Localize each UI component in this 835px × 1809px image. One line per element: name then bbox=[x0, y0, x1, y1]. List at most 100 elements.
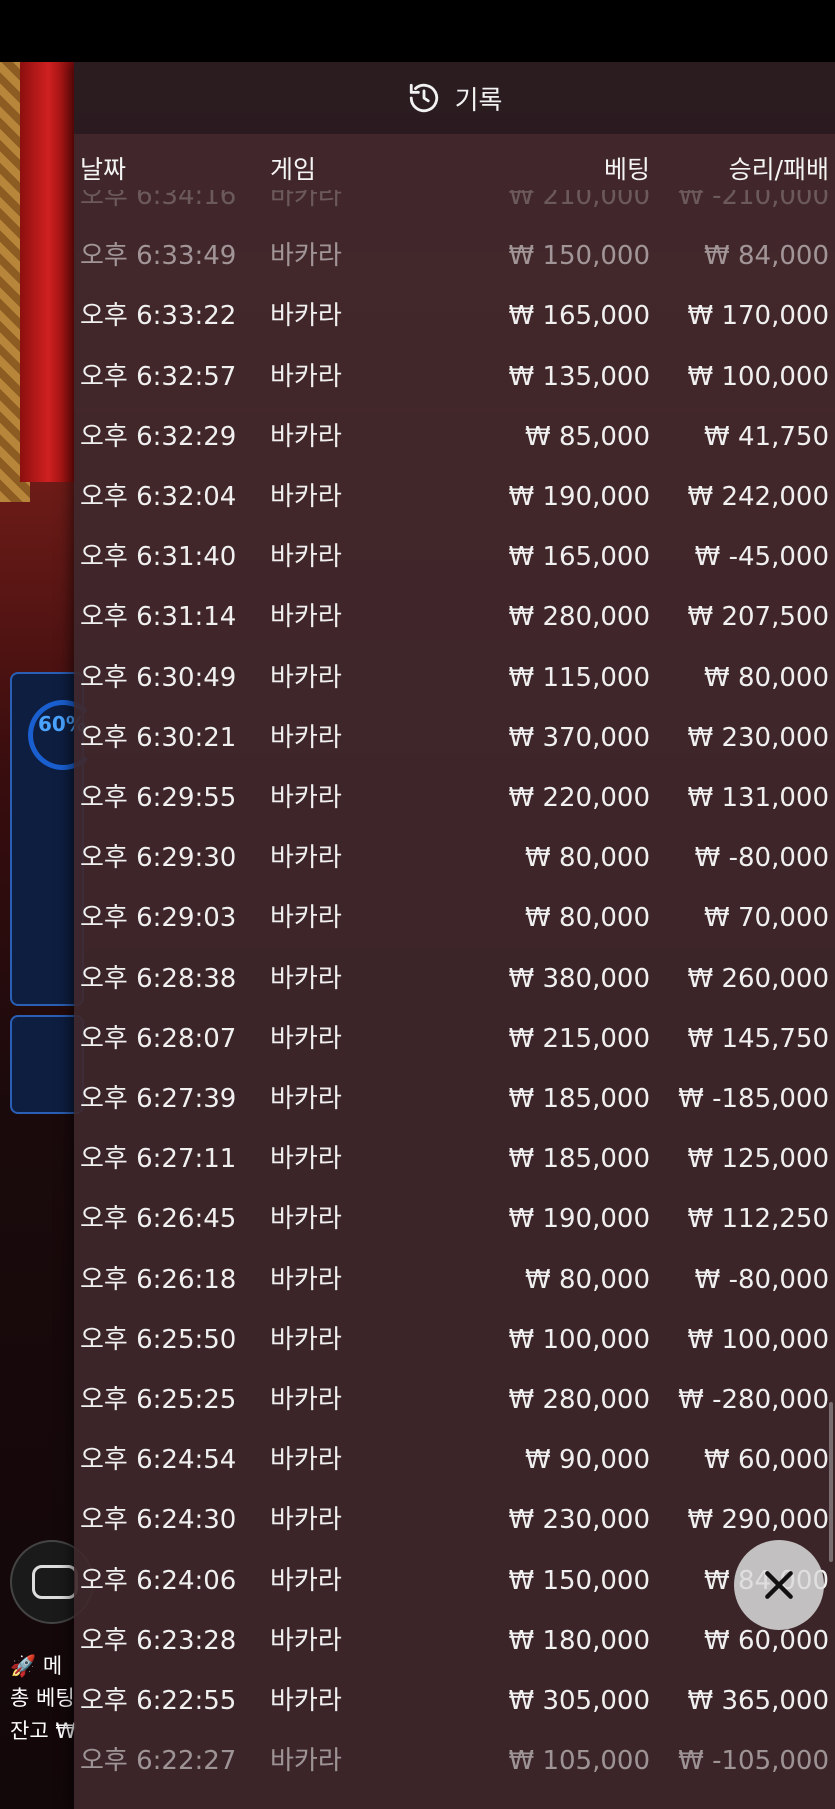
history-row-time: 오후 6:30:21 bbox=[80, 722, 237, 753]
history-row-time: 오후 6:28:07 bbox=[80, 1023, 237, 1054]
history-row-bet: ₩ 165,000 bbox=[508, 301, 651, 332]
history-row-game: 바카라 bbox=[270, 1023, 342, 1054]
history-row-bet: ₩ 105,000 bbox=[508, 1746, 651, 1777]
history-row-result: ₩ 100,000 bbox=[687, 1324, 830, 1355]
history-row-time: 오후 6:30:49 bbox=[80, 662, 237, 693]
column-header-date: 날짜 bbox=[80, 155, 127, 184]
history-row-bet: ₩ 80,000 bbox=[525, 1264, 650, 1295]
background-bet-panel-2 bbox=[10, 1015, 84, 1114]
history-row-time: 오후 6:31:14 bbox=[80, 602, 237, 633]
history-row: 오후 6:33:49 바카라 ₩ 150,000 ₩ 84,000 bbox=[74, 226, 835, 286]
history-row-result: ₩ 230,000 bbox=[687, 722, 830, 753]
column-header-game: 게임 bbox=[270, 155, 317, 184]
history-row-game: 바카라 bbox=[270, 1324, 342, 1355]
close-icon bbox=[765, 1571, 793, 1599]
history-row-time: 오후 6:32:29 bbox=[80, 421, 237, 452]
history-row-game: 바카라 bbox=[270, 542, 342, 573]
history-row-time: 오후 6:31:40 bbox=[80, 542, 237, 573]
history-row-result: ₩ -185,000 bbox=[678, 1084, 829, 1114]
history-row-bet: ₩ 210,000 bbox=[508, 190, 651, 211]
close-button[interactable] bbox=[734, 1540, 824, 1630]
scrollbar[interactable] bbox=[829, 1402, 833, 1562]
history-row-time: 오후 6:29:30 bbox=[80, 843, 237, 874]
history-row-bet: ₩ 230,000 bbox=[508, 1505, 651, 1536]
history-row: 오후 6:25:25 바카라 ₩ 280,000 ₩ -280,000 bbox=[74, 1370, 835, 1430]
history-row-result: ₩ 260,000 bbox=[687, 963, 830, 994]
history-row-bet: ₩ 180,000 bbox=[508, 1625, 651, 1656]
history-row: 오후 6:31:40 바카라 ₩ 165,000 ₩ -45,000 bbox=[74, 527, 835, 587]
history-row: 오후 6:31:14 바카라 ₩ 280,000 ₩ 207,500 bbox=[74, 587, 835, 647]
history-row: 오후 6:30:21 바카라 ₩ 370,000 ₩ 230,000 bbox=[74, 708, 835, 768]
history-row-result: ₩ 365,000 bbox=[687, 1686, 830, 1716]
history-row-time: 오후 6:25:25 bbox=[80, 1385, 237, 1415]
panel-title: 기록 bbox=[454, 85, 503, 116]
history-row-time: 오후 6:27:11 bbox=[80, 1144, 237, 1175]
history-row-time: 오후 6:22:55 bbox=[80, 1686, 237, 1716]
history-row-game: 바카라 bbox=[270, 1625, 342, 1656]
history-row-game: 바카라 bbox=[270, 190, 342, 211]
history-row-game: 바카라 bbox=[270, 722, 342, 753]
history-row: 오후 6:26:45 바카라 ₩ 190,000 ₩ 112,250 bbox=[74, 1189, 835, 1249]
history-row-bet: ₩ 150,000 bbox=[508, 241, 651, 272]
history-row-result: ₩ 100,000 bbox=[687, 361, 830, 392]
history-row-bet: ₩ 215,000 bbox=[508, 1023, 651, 1054]
history-row-bet: ₩ 190,000 bbox=[508, 482, 651, 512]
history-row-result: ₩ 80,000 bbox=[704, 662, 829, 693]
history-row: 오후 6:33:22 바카라 ₩ 165,000 ₩ 170,000 bbox=[74, 286, 835, 346]
history-row-time: 오후 6:26:45 bbox=[80, 1204, 237, 1235]
history-row-bet: ₩ 305,000 bbox=[508, 1686, 651, 1716]
history-row-game: 바카라 bbox=[270, 361, 342, 392]
history-row: 오후 6:29:55 바카라 ₩ 220,000 ₩ 131,000 bbox=[74, 768, 835, 828]
history-row-time: 오후 6:23:28 bbox=[80, 1625, 237, 1656]
history-row: 오후 6:26:18 바카라 ₩ 80,000 ₩ -80,000 bbox=[74, 1250, 835, 1310]
history-row-game: 바카라 bbox=[270, 1505, 342, 1536]
history-row-bet: ₩ 380,000 bbox=[508, 963, 651, 994]
history-row: 오후 6:30:49 바카라 ₩ 115,000 ₩ 80,000 bbox=[74, 648, 835, 708]
history-row: 오후 6:25:50 바카라 ₩ 100,000 ₩ 100,000 bbox=[74, 1310, 835, 1370]
history-row-time: 오후 6:32:04 bbox=[80, 482, 237, 512]
history-row-time: 오후 6:29:03 bbox=[80, 903, 237, 934]
history-row-time: 오후 6:34:16 bbox=[80, 190, 237, 211]
history-row-bet: ₩ 115,000 bbox=[508, 662, 651, 693]
history-row: 오후 6:29:03 바카라 ₩ 80,000 ₩ 70,000 bbox=[74, 888, 835, 948]
history-row-bet: ₩ 80,000 bbox=[525, 843, 650, 874]
history-row-result: ₩ -280,000 bbox=[678, 1385, 829, 1415]
chip-stack-icon bbox=[32, 1565, 78, 1599]
history-row-time: 오후 6:32:57 bbox=[80, 361, 237, 392]
history-row: 오후 6:22:55 바카라 ₩ 305,000 ₩ 365,000 bbox=[74, 1671, 835, 1731]
history-row-bet: ₩ 220,000 bbox=[508, 783, 651, 813]
history-row-game: 바카라 bbox=[270, 602, 342, 633]
history-row-game: 바카라 bbox=[270, 1204, 342, 1235]
history-row-time: 오후 6:29:55 bbox=[80, 783, 237, 813]
history-row: 오후 6:27:39 바카라 ₩ 185,000 ₩ -185,000 bbox=[74, 1069, 835, 1129]
history-row-time: 오후 6:24:54 bbox=[80, 1445, 237, 1476]
history-row-bet: ₩ 280,000 bbox=[508, 602, 651, 633]
history-row: 오후 6:32:57 바카라 ₩ 135,000 ₩ 100,000 bbox=[74, 347, 835, 407]
history-row-time: 오후 6:22:27 bbox=[80, 1746, 237, 1777]
history-row: 오후 6:23:28 바카라 ₩ 180,000 ₩ 60,000 bbox=[74, 1611, 835, 1671]
history-row-bet: ₩ 135,000 bbox=[508, 361, 651, 392]
column-header-result: 승리/패배 bbox=[728, 155, 829, 184]
history-row-game: 바카라 bbox=[270, 301, 342, 332]
history-row-time: 오후 6:28:38 bbox=[80, 963, 237, 994]
background-total-bet-label: 총 베팅 bbox=[10, 1686, 75, 1710]
history-row: 오후 6:29:30 바카라 ₩ 80,000 ₩ -80,000 bbox=[74, 828, 835, 888]
history-list[interactable]: 오후 6:34:16 바카라 ₩ 210,000 ₩ -210,000 오후 6:33:… bbox=[74, 190, 835, 1809]
history-row-result: ₩ 242,000 bbox=[687, 482, 830, 512]
history-row-time: 오후 6:26:18 bbox=[80, 1264, 237, 1295]
history-row-bet: ₩ 80,000 bbox=[525, 903, 650, 934]
history-row: 오후 6:24:54 바카라 ₩ 90,000 ₩ 60,000 bbox=[74, 1430, 835, 1490]
history-row-game: 바카라 bbox=[270, 963, 342, 994]
history-row-time: 오후 6:27:39 bbox=[80, 1084, 237, 1114]
history-panel-header: 기록 bbox=[74, 62, 835, 134]
history-row-bet: ₩ 165,000 bbox=[508, 542, 651, 573]
history-row-game: 바카라 bbox=[270, 482, 342, 512]
history-row-game: 바카라 bbox=[270, 1385, 342, 1415]
history-row-game: 바카라 bbox=[270, 1084, 342, 1114]
history-row-time: 오후 6:24:06 bbox=[80, 1565, 237, 1596]
history-row: 오후 6:27:11 바카라 ₩ 185,000 ₩ 125,000 bbox=[74, 1129, 835, 1189]
history-row-bet: ₩ 90,000 bbox=[525, 1445, 650, 1476]
history-row-bet: ₩ 100,000 bbox=[508, 1324, 651, 1355]
history-row-time: 오후 6:33:22 bbox=[80, 301, 237, 332]
history-row-bet: ₩ 150,000 bbox=[508, 1565, 651, 1596]
